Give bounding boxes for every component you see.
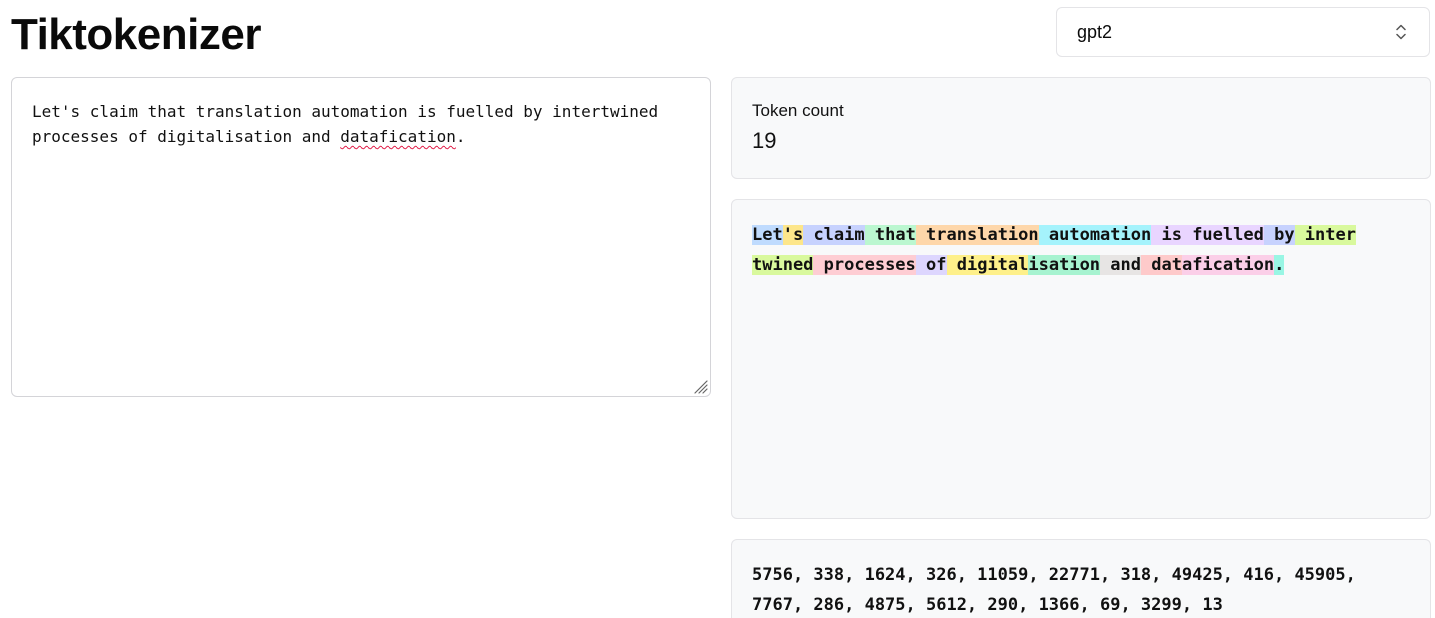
tiktokenizer-page: Tiktokenizer gpt2 Let's claim that trans… [0, 0, 1435, 618]
token-chip[interactable]: processes [813, 255, 916, 275]
token-chip[interactable]: automation [1038, 225, 1152, 245]
chevrons-up-down-icon [1395, 23, 1407, 41]
misspelled-word: datafication [340, 127, 456, 146]
token-chip[interactable]: . [1274, 255, 1285, 275]
token-chip[interactable]: is [1151, 225, 1182, 245]
token-ids-text: 5756, 338, 1624, 326, 11059, 22771, 318,… [752, 565, 1367, 615]
model-select-value: gpt2 [1077, 21, 1113, 42]
token-chip[interactable]: by [1263, 225, 1295, 245]
token-chip[interactable]: translation [915, 225, 1039, 245]
token-chip[interactable]: of [915, 255, 947, 275]
tokens-visualization-card: Let's claim that translation automation … [731, 199, 1431, 519]
input-text-after: . [455, 127, 466, 146]
token-chip[interactable]: digital [946, 255, 1029, 275]
resize-handle-icon[interactable] [692, 378, 708, 394]
token-count-value: 19 [752, 128, 777, 153]
token-chip[interactable]: afication [1181, 255, 1275, 275]
token-chip[interactable]: inter [1294, 225, 1356, 245]
app-title: Tiktokenizer [11, 10, 261, 59]
token-count-label: Token count [752, 101, 844, 120]
token-ids-card: 5756, 338, 1624, 326, 11059, 22771, 318,… [731, 539, 1431, 618]
text-input[interactable]: Let's claim that translation automation … [12, 78, 710, 396]
token-chip[interactable]: dat [1141, 255, 1182, 275]
token-chip[interactable]: and [1100, 255, 1141, 275]
token-chip[interactable]: claim [803, 225, 865, 245]
token-chip[interactable]: 's [782, 225, 804, 245]
token-chip[interactable]: isation [1028, 255, 1101, 275]
token-chip[interactable]: Let [752, 225, 783, 245]
tokens-visualization: Let's claim that translation automation … [752, 220, 1410, 280]
token-count-card: Token count 19 [731, 77, 1431, 179]
text-input-container: Let's claim that translation automation … [11, 77, 711, 397]
model-select[interactable]: gpt2 [1056, 7, 1430, 57]
token-chip[interactable]: that [864, 225, 916, 245]
token-chip[interactable]: fuelled [1181, 225, 1264, 245]
token-chip[interactable]: twined [752, 255, 814, 275]
